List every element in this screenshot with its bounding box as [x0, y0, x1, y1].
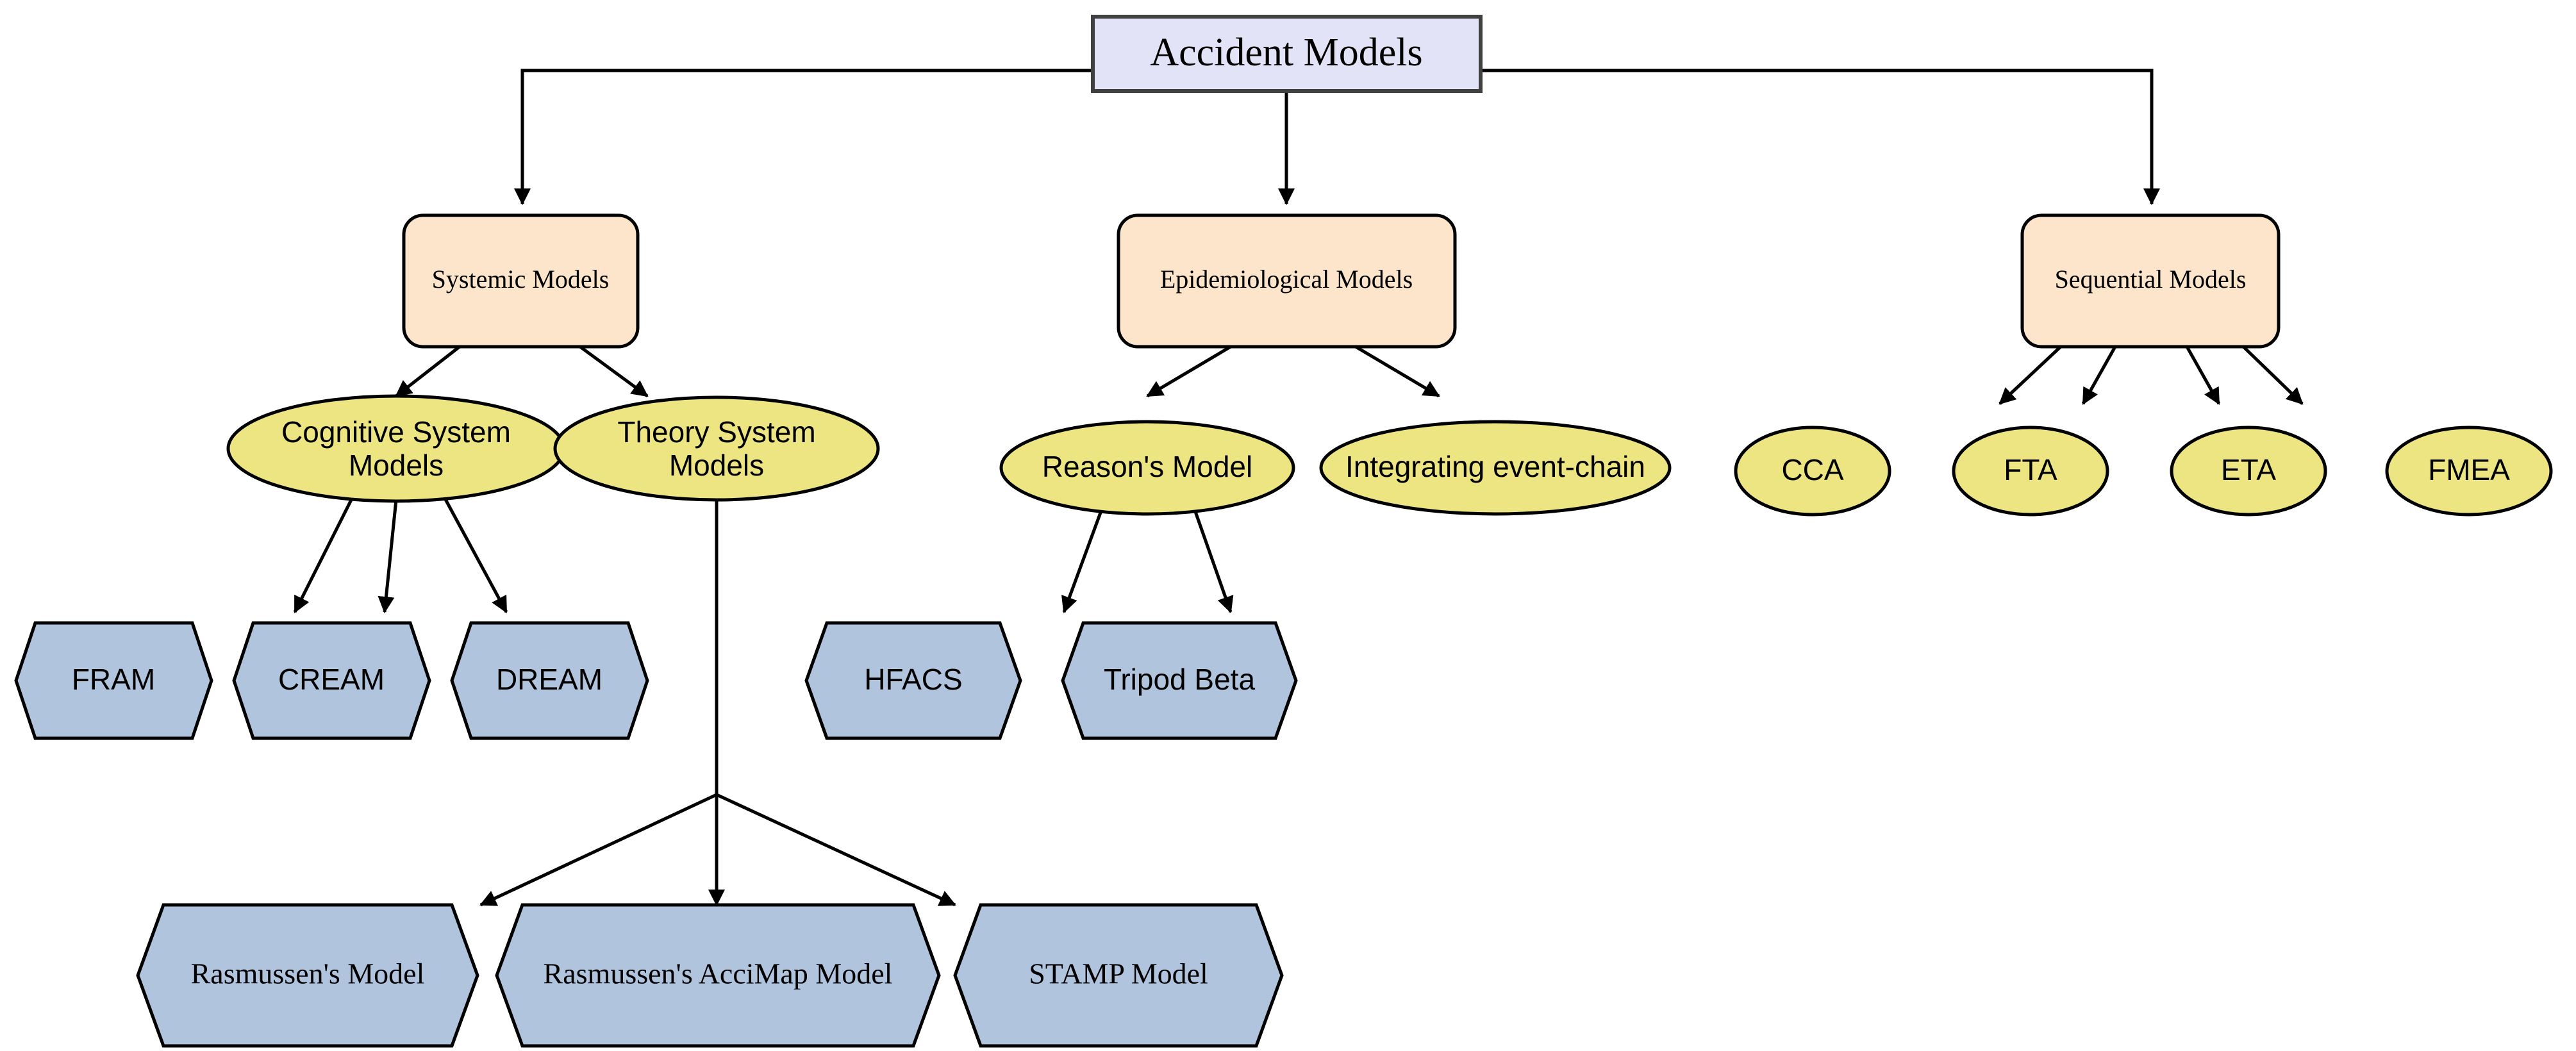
sequential-models-label: Sequential Models	[2055, 265, 2247, 294]
edge-sequential-to-fta	[2081, 345, 2117, 405]
node-tripod-beta[interactable]: Tripod Beta	[1061, 621, 1298, 740]
fta-label: FTA	[2004, 453, 2057, 486]
accident-models-diagram: Accident Models Systemic Models Epidemio…	[0, 0, 2576, 1051]
fmea-label: FMEA	[2428, 453, 2510, 486]
node-fram[interactable]: FRAM	[14, 621, 213, 740]
node-hfacs[interactable]: HFACS	[804, 621, 1022, 740]
edge-systemic-to-theory	[579, 345, 649, 398]
node-fmea[interactable]: FMEA	[2385, 426, 2553, 517]
theory-system-models-label-line2: Models	[669, 449, 764, 482]
cognitive-system-models-label-line1: Cognitive System	[281, 415, 511, 449]
node-sequential-models[interactable]: Sequential Models	[2020, 213, 2281, 349]
stamp-model-label: STAMP Model	[1029, 957, 1208, 990]
node-theory-system-models[interactable]: Theory System Models	[553, 395, 880, 502]
rasmussens-accimap-model-label: Rasmussen's AcciMap Model	[544, 957, 893, 990]
node-rasmussens-model[interactable]: Rasmussen's Model	[136, 903, 479, 1048]
edges-cognitive	[293, 492, 508, 614]
cream-label: CREAM	[278, 663, 385, 696]
node-fta[interactable]: FTA	[1952, 426, 2109, 517]
cca-label: CCA	[1781, 453, 1843, 486]
edge-root-to-sequential	[1481, 69, 2160, 206]
node-accident-models[interactable]: Accident Models	[1091, 15, 1483, 93]
integrating-event-chain-label: Integrating event-chain	[1345, 450, 1645, 483]
rasmussens-model-label: Rasmussen's Model	[191, 957, 425, 990]
edge-epi-to-integrating	[1354, 345, 1440, 398]
edge-root-to-systemic	[514, 69, 1093, 206]
node-dream[interactable]: DREAM	[450, 621, 649, 740]
systemic-models-label: Systemic Models	[432, 265, 610, 294]
edge-cognitive-to-cream	[378, 499, 398, 614]
node-reasons-model[interactable]: Reason's Model	[999, 420, 1295, 516]
hfacs-label: HFACS	[864, 663, 962, 696]
edge-cognitive-to-fram	[293, 492, 356, 613]
node-cream[interactable]: CREAM	[232, 621, 431, 740]
node-integrating-event-chain[interactable]: Integrating event-chain	[1319, 420, 1672, 516]
edge-systemic-to-cognitive	[395, 345, 461, 397]
theory-system-models-label-line1: Theory System	[617, 415, 815, 449]
node-eta[interactable]: ETA	[2170, 426, 2327, 517]
reasons-model-label: Reason's Model	[1042, 450, 1252, 483]
edge-theory-to-stamp	[715, 793, 956, 907]
node-cca[interactable]: CCA	[1734, 426, 1891, 517]
edge-sequential-to-cca	[1998, 345, 2062, 405]
node-epidemiological-models[interactable]: Epidemiological Models	[1117, 213, 1457, 349]
diagram-canvas: Accident Models Systemic Models Epidemio…	[14, 15, 2553, 1048]
edge-sequential-to-eta	[2185, 345, 2221, 405]
edges-sequential	[1998, 345, 2304, 405]
node-rasmussens-accimap-model[interactable]: Rasmussen's AcciMap Model	[495, 903, 941, 1048]
node-stamp-model[interactable]: STAMP Model	[953, 903, 1284, 1048]
edges-epidemiological	[1146, 345, 1440, 398]
fram-label: FRAM	[72, 663, 155, 696]
node-systemic-models[interactable]: Systemic Models	[402, 213, 640, 349]
root-label: Accident Models	[1150, 31, 1422, 74]
edges-systemic	[395, 345, 649, 398]
edge-theory-to-rasmussens	[479, 793, 718, 907]
edge-sequential-to-fmea	[2242, 345, 2304, 405]
node-cognitive-system-models[interactable]: Cognitive System Models	[226, 394, 566, 503]
edge-cognitive-to-dream	[440, 492, 508, 613]
cognitive-system-models-label-line2: Models	[349, 449, 444, 482]
epidemiological-models-label: Epidemiological Models	[1160, 265, 1413, 294]
eta-label: ETA	[2221, 453, 2276, 486]
edge-epi-to-reasons	[1146, 345, 1232, 398]
tripod-beta-label: Tripod Beta	[1104, 663, 1256, 696]
dream-label: DREAM	[496, 663, 602, 696]
